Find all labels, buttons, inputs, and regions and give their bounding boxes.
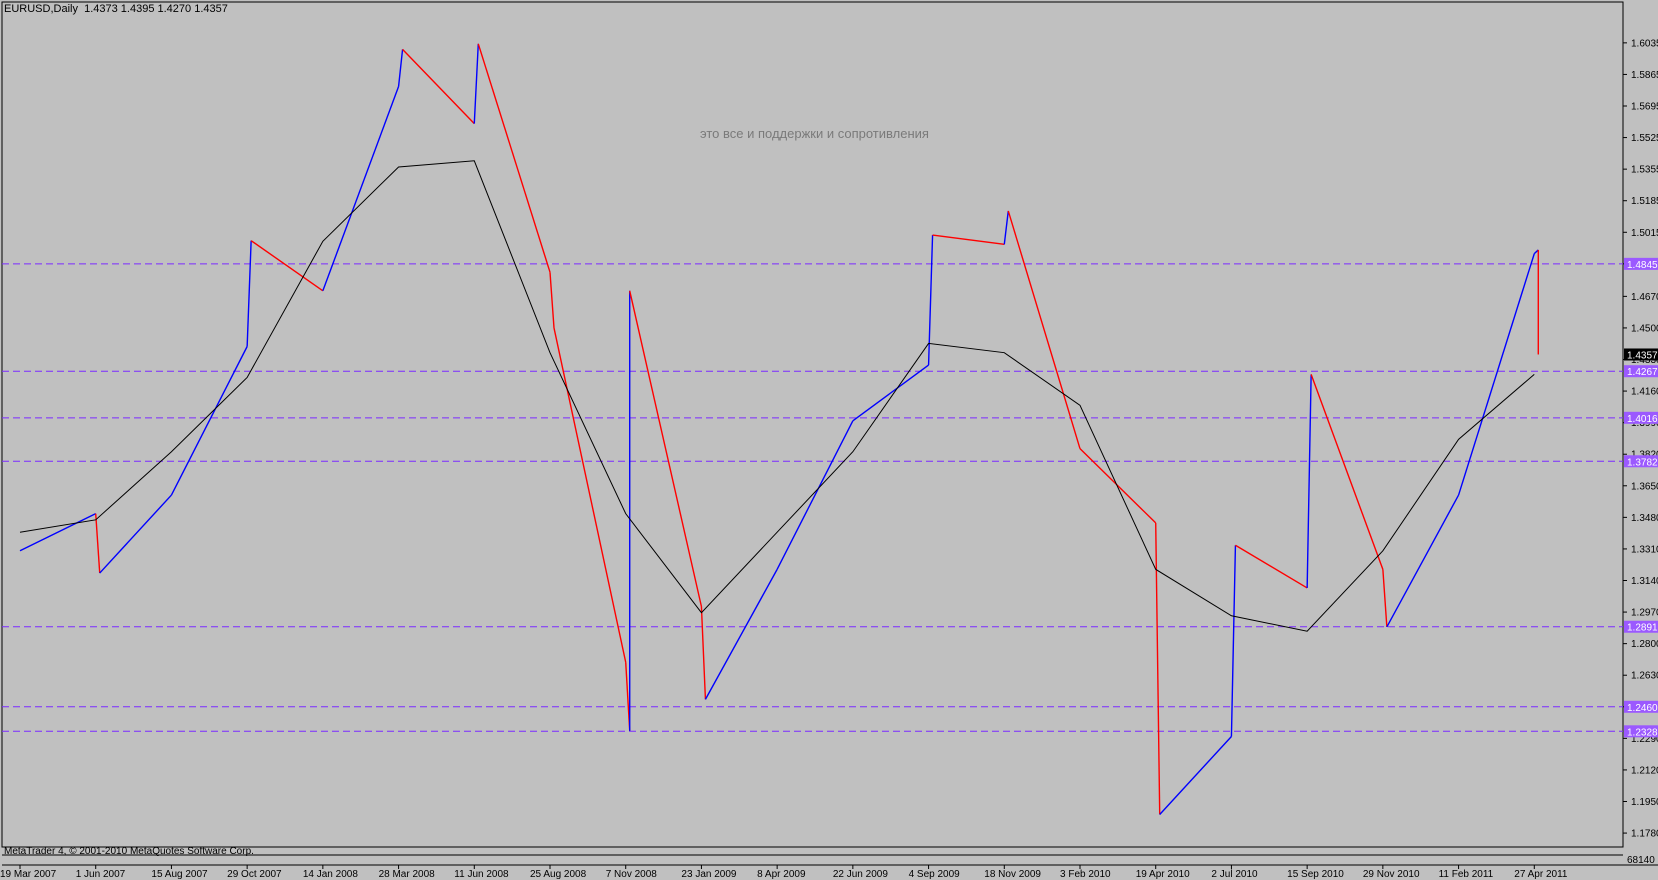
level-label: 1.4267 bbox=[1627, 367, 1658, 378]
y-tick-label: 1.2800 bbox=[1631, 639, 1658, 650]
current-price-label: 1.4357 bbox=[1627, 350, 1658, 361]
y-tick-label: 1.4160 bbox=[1631, 387, 1658, 398]
down-bar-segment bbox=[553, 327, 627, 663]
up-bar-segment bbox=[397, 49, 404, 87]
y-tick-label: 1.5185 bbox=[1631, 196, 1658, 207]
y-tick-label: 1.5355 bbox=[1631, 165, 1658, 176]
down-bar-segment bbox=[1382, 569, 1388, 627]
down-bar-segment bbox=[402, 48, 475, 125]
y-tick-label: 1.3480 bbox=[1631, 513, 1658, 524]
y-tick-label: 1.1780 bbox=[1631, 829, 1658, 840]
volume-scale-label: 68140 bbox=[1627, 855, 1655, 866]
y-tick-label: 1.2630 bbox=[1631, 671, 1658, 682]
y-tick-label: 1.5015 bbox=[1631, 228, 1658, 239]
up-bar-segment bbox=[246, 240, 252, 347]
down-bar-segment bbox=[549, 272, 555, 328]
x-tick-label: 28 Mar 2008 bbox=[379, 869, 436, 880]
down-bar-segment bbox=[1235, 544, 1308, 589]
x-tick-label: 11 Jun 2008 bbox=[454, 869, 509, 880]
down-bar-segment bbox=[477, 43, 551, 273]
x-tick-label: 1 Jun 2007 bbox=[76, 869, 126, 880]
x-tick-label: 15 Aug 2007 bbox=[151, 869, 208, 880]
y-tick-label: 1.4670 bbox=[1631, 292, 1658, 303]
down-bar-segment bbox=[1007, 210, 1081, 449]
up-bar-segment bbox=[927, 235, 934, 366]
y-tick-label: 1.5865 bbox=[1631, 70, 1658, 81]
y-tick-label: 1.5525 bbox=[1631, 133, 1658, 144]
y-tick-label: 1.1950 bbox=[1631, 797, 1658, 808]
x-tick-label: 8 Apr 2009 bbox=[757, 869, 806, 880]
up-bar-segment bbox=[473, 43, 479, 124]
x-tick-label: 22 Jun 2009 bbox=[833, 869, 888, 880]
level-label: 1.4016 bbox=[1627, 414, 1658, 425]
up-bar-segment bbox=[1386, 494, 1460, 628]
level-label: 1.2460 bbox=[1627, 703, 1658, 714]
up-bar-segment bbox=[1003, 210, 1009, 245]
x-tick-label: 14 Jan 2008 bbox=[303, 869, 358, 880]
up-bar-segment bbox=[704, 569, 778, 700]
x-tick-label: 19 Mar 2007 bbox=[0, 869, 57, 880]
down-bar-segment bbox=[1310, 374, 1384, 570]
plot-frame bbox=[1, 1, 1624, 848]
down-bar-segment bbox=[95, 513, 101, 574]
up-bar-segment bbox=[1457, 253, 1535, 496]
up-bar-segment bbox=[1230, 545, 1237, 737]
level-label: 1.2891 bbox=[1627, 623, 1658, 634]
up-bar-segment bbox=[170, 346, 248, 496]
x-tick-label: 23 Jan 2009 bbox=[681, 869, 736, 880]
up-bar-segment bbox=[322, 86, 400, 292]
down-bar-segment bbox=[932, 234, 1005, 246]
x-tick-label: 3 Feb 2010 bbox=[1060, 869, 1111, 880]
x-tick-label: 4 Sep 2009 bbox=[909, 869, 961, 880]
level-label: 1.3782 bbox=[1627, 457, 1658, 468]
up-bar-segment bbox=[1159, 736, 1232, 815]
y-tick-label: 1.4500 bbox=[1631, 323, 1658, 334]
down-bar-segment bbox=[250, 240, 324, 292]
up-bar-segment bbox=[852, 364, 929, 422]
y-tick-label: 1.2970 bbox=[1631, 608, 1658, 619]
x-tick-label: 18 Nov 2009 bbox=[984, 869, 1041, 880]
y-tick-label: 1.3140 bbox=[1631, 576, 1658, 587]
x-tick-label: 11 Feb 2011 bbox=[1439, 869, 1494, 880]
x-tick-label: 7 Nov 2008 bbox=[606, 869, 658, 880]
level-label: 1.2328 bbox=[1627, 727, 1658, 738]
up-bar-segment bbox=[776, 420, 854, 570]
down-bar-segment bbox=[1079, 448, 1157, 524]
chart-window: EURUSD,Daily 1.4373 1.4395 1.4270 1.4357… bbox=[0, 0, 1658, 880]
x-tick-label: 2 Jul 2010 bbox=[1211, 869, 1258, 880]
level-label: 1.4845 bbox=[1627, 260, 1658, 271]
up-bar-segment bbox=[19, 513, 97, 552]
y-tick-label: 1.3310 bbox=[1631, 544, 1658, 555]
y-tick-label: 1.3650 bbox=[1631, 481, 1658, 492]
x-tick-label: 19 Apr 2010 bbox=[1136, 869, 1190, 880]
x-tick-label: 29 Nov 2010 bbox=[1363, 869, 1420, 880]
price-chart[interactable]: 68140 1.6035 1.5865 1.5695 1.5525 1.5355 1.518… bbox=[0, 0, 1658, 880]
down-bar-segment bbox=[700, 606, 707, 700]
x-tick-label: 27 Apr 2011 bbox=[1514, 869, 1568, 880]
y-tick-label: 1.6035 bbox=[1631, 38, 1658, 49]
y-tick-label: 1.5695 bbox=[1631, 102, 1658, 113]
x-tick-label: 25 Aug 2008 bbox=[530, 869, 587, 880]
down-bar-segment bbox=[1155, 522, 1161, 815]
x-tick-label: 15 Sep 2010 bbox=[1287, 869, 1344, 880]
up-bar-segment bbox=[1306, 374, 1312, 588]
y-tick-label: 1.2120 bbox=[1631, 765, 1658, 776]
down-bar-segment bbox=[629, 290, 703, 607]
x-tick-label: 29 Oct 2007 bbox=[227, 869, 282, 880]
